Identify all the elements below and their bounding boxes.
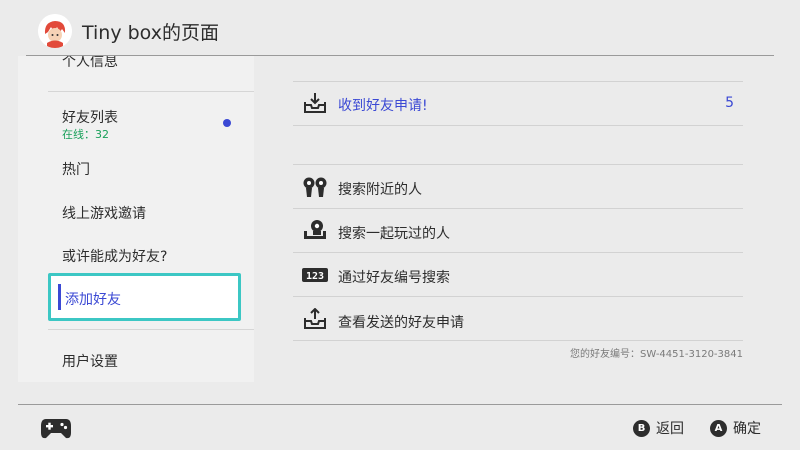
avatar[interactable] [38, 14, 72, 48]
svg-text:123: 123 [306, 271, 324, 282]
b-button-icon: B [633, 419, 650, 437]
sidebar-item-label: 添加好友 [65, 292, 121, 308]
sidebar-divider [48, 91, 254, 92]
sidebar-item-popular[interactable]: 热门 [62, 159, 90, 179]
list-divider [293, 208, 743, 209]
search-nearby-label: 搜索附近的人 [338, 182, 422, 198]
received-requests-count: 5 [725, 95, 734, 111]
online-count: 在线：32 [62, 128, 109, 141]
sidebar-divider [48, 329, 254, 330]
footer-divider [18, 404, 782, 405]
controller-icon [41, 419, 71, 439]
sent-requests-icon [304, 308, 326, 329]
search-friend-code-label: 通过好友编号搜索 [338, 270, 450, 286]
received-requests-label: 收到好友申请! [338, 98, 428, 114]
friend-code-text: 您的好友编号：SW-4451-3120-3841 [569, 349, 743, 360]
nearby-people-icon [303, 177, 327, 197]
controller-indicator [44, 410, 68, 425]
sidebar-item-game-invites[interactable]: 线上游戏邀请 [62, 203, 146, 223]
sidebar-item-add-friend[interactable]: 添加好友 [48, 273, 241, 321]
list-divider [293, 340, 743, 341]
back-button[interactable]: B 返回 [633, 418, 684, 438]
search-played-with-label: 搜索一起玩过的人 [338, 226, 450, 242]
played-with-icon [304, 220, 326, 239]
list-divider [293, 125, 743, 126]
sidebar-item-user-settings[interactable]: 用户设置 [62, 351, 118, 371]
sidebar-item-suggested-friends[interactable]: 或许能成为好友? [62, 246, 167, 266]
list-divider [293, 81, 743, 82]
selection-indicator [58, 284, 61, 310]
header: Tiny box的页面 [0, 0, 800, 56]
notification-dot [223, 119, 231, 127]
sidebar-item-profile[interactable]: 个人信息 [62, 56, 118, 71]
confirm-button[interactable]: A 确定 [710, 418, 761, 438]
sidebar: 个人信息 好友列表 在线：32 热门 线上游戏邀请 或许能成为好友? 用户设置 [18, 56, 254, 382]
confirm-label: 确定 [733, 421, 761, 437]
list-divider [293, 252, 743, 253]
sent-requests-label: 查看发送的好友申请 [338, 315, 464, 331]
friend-code-icon: 123 [302, 268, 328, 282]
avatar-icon [38, 14, 72, 48]
list-divider [293, 296, 743, 297]
sidebar-item-friend-list[interactable]: 好友列表 [62, 107, 118, 127]
a-button-icon: A [710, 419, 727, 437]
back-label: 返回 [656, 421, 684, 437]
list-divider [293, 164, 743, 165]
inbox-download-icon [304, 93, 326, 113]
page-title: Tiny box的页面 [82, 22, 219, 44]
